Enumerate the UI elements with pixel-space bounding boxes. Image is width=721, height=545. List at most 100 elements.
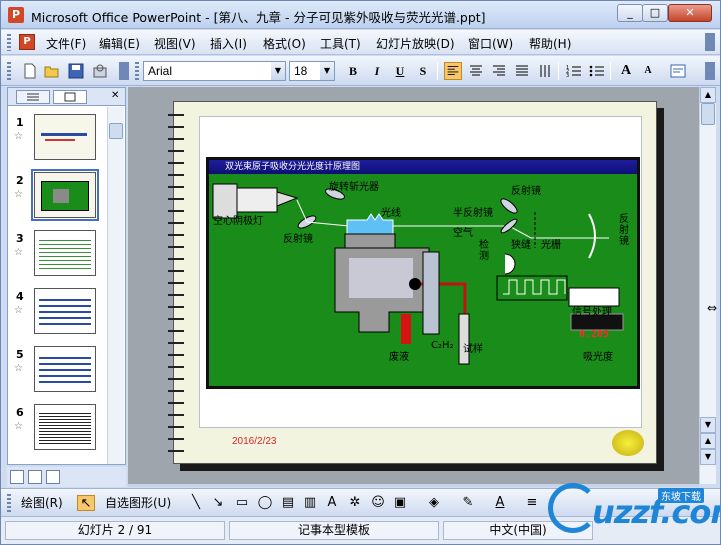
label-signal-processing: 信号处理 xyxy=(572,307,612,318)
next-slide-icon[interactable]: ▼ xyxy=(700,449,716,465)
previous-slide-icon[interactable]: ▲ xyxy=(700,433,716,449)
align-left-icon[interactable] xyxy=(444,62,462,80)
watermark-tag: 东坡下载 xyxy=(658,488,704,503)
line-style-icon[interactable]: ≡ xyxy=(523,495,541,511)
label-slit: 狭缝 xyxy=(511,240,531,251)
scroll-down-icon[interactable]: ▼ xyxy=(700,417,716,433)
italic-button[interactable]: I xyxy=(367,62,387,80)
normal-view-icon[interactable] xyxy=(10,470,24,484)
slide-preview xyxy=(34,288,96,334)
slideshow-view-icon[interactable] xyxy=(46,470,60,484)
open-folder-icon[interactable] xyxy=(43,62,61,80)
menu-window[interactable]: 窗口(W) xyxy=(468,35,513,52)
align-center-icon[interactable] xyxy=(467,62,485,80)
close-icon[interactable]: ✕ xyxy=(111,90,119,101)
slide-preview xyxy=(34,114,96,160)
slides-pane-scrollbar[interactable] xyxy=(107,107,124,464)
transition-star-icon: ☆ xyxy=(14,363,23,374)
arrow-icon[interactable]: ↘ xyxy=(209,495,227,511)
slide-thumbnail-1[interactable]: 1 ☆ xyxy=(12,114,118,172)
tab-slides[interactable] xyxy=(53,90,87,104)
slide-thumbnail-7[interactable]: 7 xyxy=(12,462,118,466)
line-color-icon[interactable]: ✎ xyxy=(459,495,477,511)
drawing-toolbar-grip[interactable] xyxy=(7,494,11,512)
textbox-icon[interactable]: ▤ xyxy=(279,495,297,511)
bold-button[interactable]: B xyxy=(343,62,363,80)
shrink-font-button[interactable]: A xyxy=(638,62,658,80)
menu-slideshow[interactable]: 幻灯片放映(D) xyxy=(376,35,455,52)
font-name-select[interactable]: Arial ▼ xyxy=(143,61,286,81)
font-size-select[interactable]: 18 ▼ xyxy=(289,61,335,81)
distribute-icon[interactable] xyxy=(513,62,531,80)
minimize-button[interactable]: _ xyxy=(617,4,643,22)
align-right-icon[interactable] xyxy=(490,62,508,80)
toolbar-overflow-button[interactable] xyxy=(705,62,715,80)
numbering-icon[interactable]: 123 xyxy=(565,62,583,80)
grow-font-button[interactable]: A xyxy=(616,62,636,80)
permission-icon[interactable] xyxy=(91,62,109,80)
chevron-down-icon[interactable]: ▼ xyxy=(271,62,285,80)
slide-thumbnail-2[interactable]: 2 ☆ xyxy=(12,169,118,230)
menu-help[interactable]: 帮助(H) xyxy=(529,35,571,52)
shadow-button[interactable]: S xyxy=(413,62,433,80)
vertical-scrollbar[interactable]: ▲ ▼ ▲ ▼ xyxy=(699,87,716,484)
slide-number: 3 xyxy=(16,232,24,245)
site-watermark: uzzf.com 东坡下载 xyxy=(546,481,720,543)
save-icon[interactable] xyxy=(67,62,85,80)
select-objects-icon[interactable]: ↖ xyxy=(77,495,95,511)
document-icon[interactable]: P xyxy=(19,34,35,50)
line-icon[interactable]: ╲ xyxy=(187,495,205,511)
wordart-icon[interactable]: A xyxy=(323,495,341,511)
menu-file[interactable]: 文件(F) xyxy=(46,35,86,52)
spectrometer-diagram[interactable]: 双光束原子吸收分光光度计原理图 空心阴极灯 旋转斩光器 反射镜 光线 半反射镜 … xyxy=(206,157,640,389)
underline-button[interactable]: U xyxy=(390,62,410,80)
picture-icon[interactable]: ▣ xyxy=(391,495,409,511)
current-slide[interactable]: 双光束原子吸收分光光度计原理图 空心阴极灯 旋转斩光器 反射镜 光线 半反射镜 … xyxy=(168,101,657,464)
menu-overflow-button[interactable] xyxy=(705,33,715,51)
slide-thumbnail-3[interactable]: 3 ☆ xyxy=(12,230,118,288)
format-toolbar-grip[interactable] xyxy=(135,62,139,80)
slide-sorter-icon[interactable] xyxy=(28,470,42,484)
tab-outline[interactable] xyxy=(16,90,50,104)
slide-thumbnail-6[interactable]: 6 ☆ xyxy=(12,404,118,462)
powerpoint-app-icon[interactable]: P xyxy=(8,7,24,23)
slide-thumbnail-4[interactable]: 4 ☆ xyxy=(12,288,118,346)
rectangle-icon[interactable]: ▭ xyxy=(233,495,251,511)
clipart-icon[interactable]: ☺ xyxy=(369,495,387,511)
autoshapes-menu-button[interactable]: 自选图形(U) xyxy=(105,494,171,511)
fill-color-icon[interactable]: ◈ xyxy=(425,495,443,511)
slides-pane: ✕ 1 ☆ 2 ☆ 3 ☆ 4 ☆ 5 ☆ 6 ☆ xyxy=(7,87,126,466)
design-template: 记事本型模板 xyxy=(229,521,439,540)
oval-icon[interactable]: ◯ xyxy=(256,495,274,511)
menu-view[interactable]: 视图(V) xyxy=(154,35,196,52)
diagram-icon[interactable]: ✲ xyxy=(346,495,364,511)
scroll-thumb[interactable] xyxy=(109,123,123,139)
label-detector: 检测 xyxy=(479,240,489,262)
slide-number: 1 xyxy=(16,116,24,129)
maximize-button[interactable]: □ xyxy=(642,4,668,22)
slide-preview xyxy=(34,404,96,450)
bullets-icon[interactable] xyxy=(588,62,606,80)
new-document-icon[interactable] xyxy=(21,62,39,80)
draw-menu-button[interactable]: 绘图(R) xyxy=(21,494,63,511)
menu-format[interactable]: 格式(O) xyxy=(263,35,306,52)
close-button[interactable]: ✕ xyxy=(668,4,712,22)
menu-insert[interactable]: 插入(I) xyxy=(210,35,247,52)
slide-design-icon[interactable] xyxy=(669,62,687,80)
chevron-down-icon[interactable]: ▼ xyxy=(320,62,334,80)
transition-star-icon: ☆ xyxy=(14,189,23,200)
scroll-up-icon[interactable]: ▲ xyxy=(700,87,716,103)
font-color-icon[interactable]: A xyxy=(491,495,509,511)
scroll-thumb[interactable] xyxy=(701,103,715,125)
menu-grip[interactable] xyxy=(7,34,11,51)
text-direction-icon[interactable] xyxy=(536,62,554,80)
label-absorbance: 吸光度 xyxy=(583,352,613,363)
slide-thumbnail-5[interactable]: 5 ☆ xyxy=(12,346,118,404)
pane-resize-icon[interactable]: ⇔ xyxy=(707,301,717,315)
toolbar-overflow-button[interactable] xyxy=(119,62,129,80)
vertical-textbox-icon[interactable]: ▥ xyxy=(301,495,319,511)
absorbance-reading: 0.205 xyxy=(579,329,610,340)
toolbar-grip[interactable] xyxy=(7,62,11,80)
menu-edit[interactable]: 编辑(E) xyxy=(99,35,140,52)
menu-tools[interactable]: 工具(T) xyxy=(320,35,361,52)
